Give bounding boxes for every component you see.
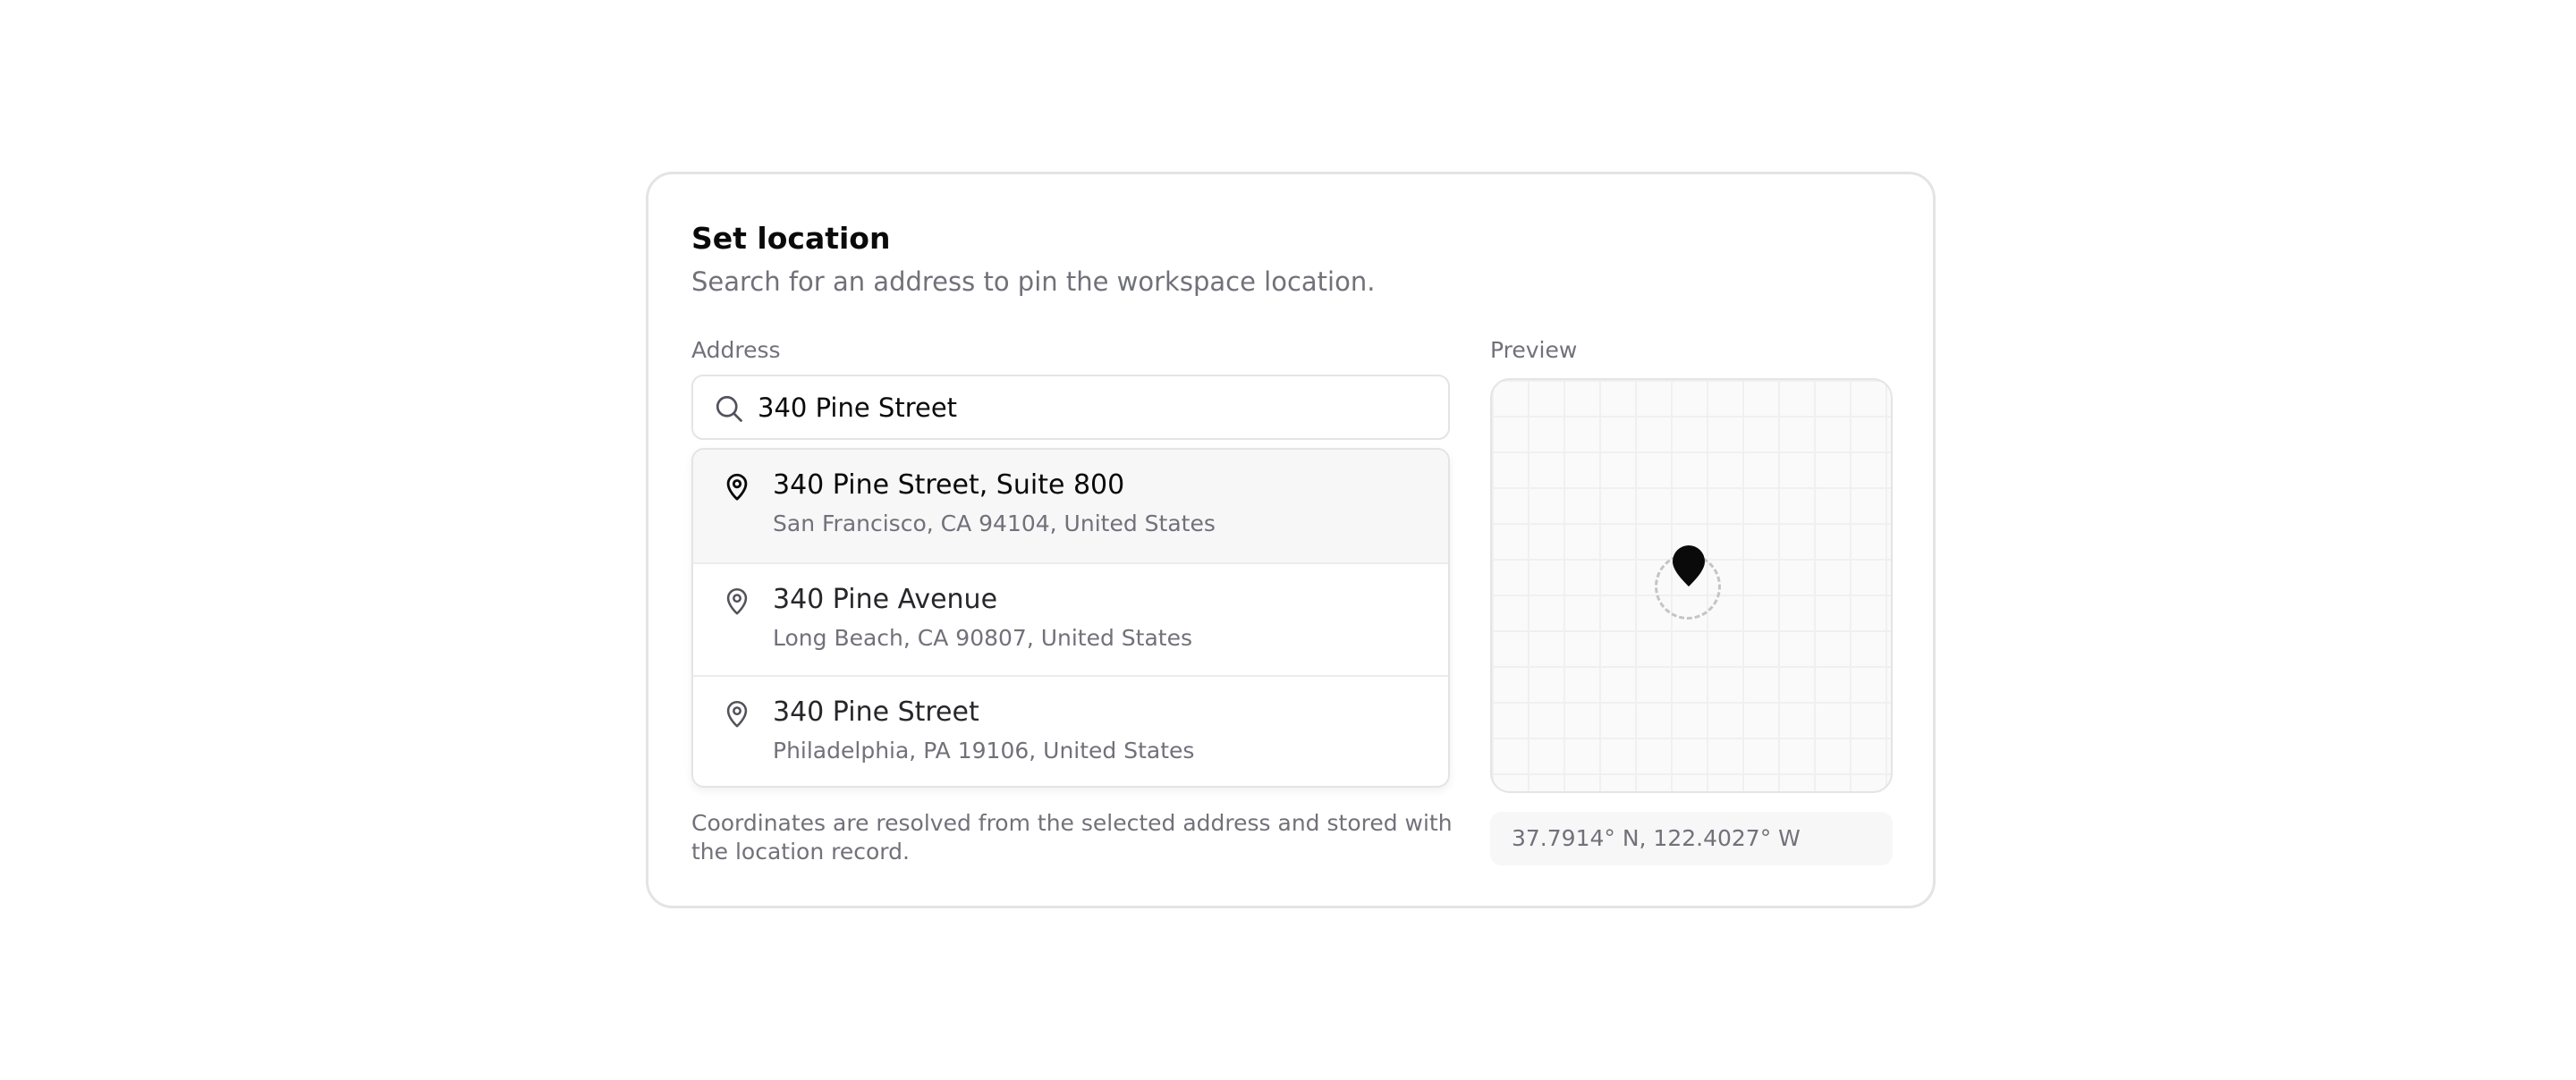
suggestion-item[interactable]: 340 Pine Street Philadelphia, PA 19106, … (693, 675, 1448, 786)
suggestion-subtitle: Long Beach, CA 90807, United States (773, 625, 1192, 651)
suggestion-subtitle: San Francisco, CA 94104, United States (773, 510, 1216, 536)
coordinates-footnote: Coordinates are resolved from the select… (691, 810, 1453, 865)
suggestion-title: 340 Pine Street, Suite 800 (773, 469, 1125, 501)
address-search-input[interactable] (758, 376, 1437, 438)
map-pin-icon (726, 587, 748, 615)
set-location-card: Set location Search for an address to pi… (646, 172, 1936, 908)
coordinates-readout: 37.7914° N, 122.4027° W (1490, 812, 1893, 865)
map-pin-icon (726, 700, 748, 728)
address-suggestions-list: 340 Pine Street, Suite 800 San Francisco… (691, 448, 1450, 788)
search-icon (716, 395, 742, 422)
card-subtitle: Search for an address to pin the workspa… (691, 266, 1376, 297)
map-pin-icon (726, 473, 748, 501)
suggestion-title: 340 Pine Avenue (773, 584, 998, 615)
preview-label: Preview (1490, 337, 1578, 363)
suggestion-title: 340 Pine Street (773, 696, 979, 728)
address-search-field[interactable] (691, 375, 1450, 440)
address-label: Address (691, 337, 781, 363)
map-preview[interactable] (1490, 378, 1893, 793)
card-title: Set location (691, 221, 891, 256)
suggestion-subtitle: Philadelphia, PA 19106, United States (773, 738, 1195, 764)
suggestion-item[interactable]: 340 Pine Avenue Long Beach, CA 90807, Un… (693, 562, 1448, 675)
map-marker-icon (1673, 545, 1705, 586)
suggestion-item[interactable]: 340 Pine Street, Suite 800 San Francisco… (693, 450, 1448, 562)
